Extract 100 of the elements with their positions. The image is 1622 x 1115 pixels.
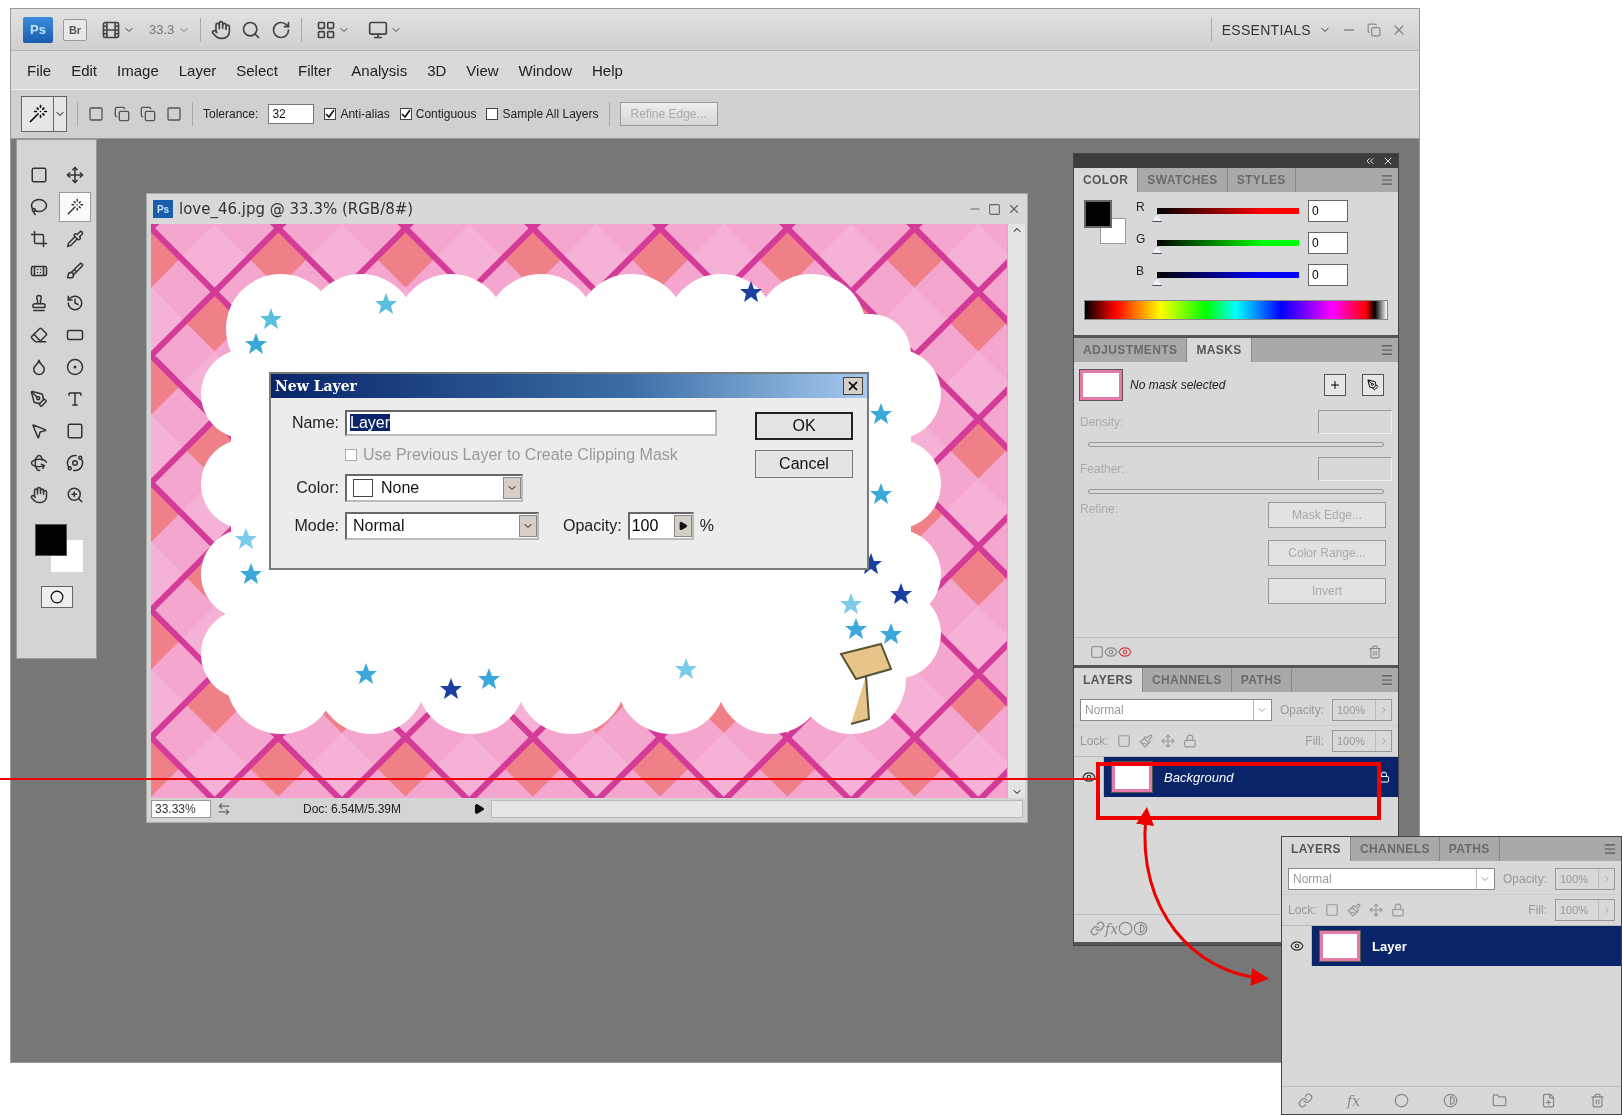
opacity-field[interactable]: 100 <box>627 512 694 540</box>
color-select[interactable]: None <box>345 474 523 502</box>
dialog-button[interactable]: Cancel <box>755 450 853 478</box>
name-field[interactable]: Layer <box>345 410 717 436</box>
rotate-icon[interactable] <box>271 19 292 40</box>
menu-item[interactable]: Help <box>583 58 631 82</box>
slider-thumb[interactable] <box>1152 246 1162 254</box>
play-icon[interactable] <box>673 515 692 537</box>
tool-preset-picker[interactable] <box>21 96 67 132</box>
document-size-info: Doc: 6.54M/5.39M <box>301 802 402 816</box>
menu-item[interactable]: Select <box>228 58 286 82</box>
marquee-icon <box>29 166 48 184</box>
color-label: Color: <box>295 479 339 497</box>
menu-item[interactable]: Image <box>109 58 167 82</box>
name-label: Name: <box>290 414 339 432</box>
search-icon[interactable] <box>241 19 262 40</box>
menu-item[interactable]: Layer <box>170 58 225 82</box>
close-button[interactable] <box>843 377 863 395</box>
hand-icon <box>29 486 48 504</box>
eraser-icon <box>29 326 48 344</box>
mask-status: No mask selected <box>1130 378 1227 392</box>
add-selection-icon[interactable] <box>114 106 130 122</box>
lock-label: Lock: <box>1080 734 1109 748</box>
collapse-icon[interactable] <box>1364 155 1376 167</box>
channel-value-field[interactable]: 0 <box>1308 200 1348 222</box>
menu-item[interactable]: Window <box>510 58 580 82</box>
eyedropper-icon <box>65 230 84 248</box>
lock-icon <box>1378 771 1390 783</box>
shape-icon <box>65 422 84 440</box>
maximize-icon[interactable] <box>988 202 1001 216</box>
slider-thumb[interactable] <box>1152 278 1162 286</box>
menu-item[interactable]: 3D <box>419 58 455 82</box>
tolerance-field[interactable]: 32 <box>268 104 315 124</box>
intersect-selection-icon[interactable] <box>166 106 182 122</box>
checkbox[interactable] <box>324 108 337 120</box>
layer-row[interactable]: Background <box>1104 757 1398 797</box>
fill-label: Fill: <box>1305 734 1324 748</box>
type-icon <box>65 390 84 408</box>
close-icon <box>846 379 860 393</box>
checkbox-label: Anti-alias <box>340 107 390 121</box>
play-icon[interactable] <box>473 803 485 815</box>
film-icon <box>101 19 121 40</box>
menu-item[interactable]: Filter <box>289 58 340 82</box>
quick-mask-button[interactable] <box>40 586 73 608</box>
bridge-button[interactable]: Br <box>63 18 87 41</box>
workspace-switcher[interactable]: ESSENTIALS <box>1221 21 1331 38</box>
channel-label: G <box>1136 232 1147 246</box>
restore-icon[interactable] <box>1367 22 1381 37</box>
panel-tab[interactable]: LAYERS <box>1282 837 1351 861</box>
mode-select[interactable]: Normal <box>345 512 539 540</box>
tolerance-label: Tolerance: <box>203 107 259 121</box>
mode-label: Mode: <box>293 517 339 535</box>
brush-icon <box>65 262 84 280</box>
feather-field[interactable] <box>1318 457 1392 481</box>
menu-item[interactable]: View <box>458 58 507 82</box>
eye-icon <box>1081 770 1096 784</box>
subtract-selection-icon[interactable] <box>140 106 156 122</box>
menu-item[interactable]: Edit <box>63 58 106 82</box>
channel-value-field[interactable]: 0 <box>1308 264 1348 286</box>
opacity-label: Opacity: <box>1280 703 1324 717</box>
horizontal-scrollbar[interactable] <box>491 800 1023 818</box>
checkbox-label: Sample All Layers <box>502 107 599 121</box>
checkbox[interactable] <box>486 108 499 120</box>
checkbox-label: Use Previous Layer to Create Clipping Mask <box>363 446 678 464</box>
hand-icon[interactable] <box>211 19 232 40</box>
dialog-title: New Layer <box>275 378 357 394</box>
layer-thumbnail <box>1320 931 1360 961</box>
vertical-scrollbar[interactable] <box>1007 224 1025 798</box>
panel-tab[interactable]: LAYERS <box>1074 668 1143 692</box>
pixel-mask-icon[interactable] <box>1324 374 1346 396</box>
slider-thumb[interactable] <box>1152 214 1162 222</box>
layer-row[interactable]: Layer <box>1312 926 1621 966</box>
zoom-field[interactable]: 33.33% <box>151 800 211 818</box>
document-title: love_46.jpg @ 33.3% (RGB/8#) <box>179 200 414 218</box>
app-logo[interactable]: Ps <box>23 16 53 43</box>
close-icon[interactable] <box>1382 155 1394 167</box>
eye-icon[interactable] <box>1118 644 1132 659</box>
rotate3d-icon <box>29 454 48 472</box>
channel-value-field[interactable]: 0 <box>1308 232 1348 254</box>
monitor-icon <box>368 19 389 40</box>
zoom-icon <box>65 486 84 504</box>
close-icon[interactable] <box>1007 202 1021 216</box>
zoom-level-select[interactable]: 33.3 <box>149 22 191 37</box>
panel-tab[interactable]: MASKS <box>1187 338 1252 362</box>
vector-mask-icon[interactable] <box>1362 374 1384 396</box>
stamp-icon <box>29 294 48 312</box>
tool-button[interactable] <box>58 192 91 222</box>
checkbox[interactable] <box>399 108 412 120</box>
wand-icon <box>65 198 84 216</box>
panel-tab[interactable]: COLOR <box>1074 168 1139 192</box>
density-field[interactable] <box>1318 410 1392 434</box>
mask-thumbnail <box>1080 370 1122 400</box>
menu-item[interactable]: File <box>19 58 60 82</box>
new-selection-icon[interactable] <box>88 106 104 122</box>
opacity-label: Opacity: <box>1503 872 1547 886</box>
channel-label: R <box>1136 200 1146 214</box>
status-icon[interactable] <box>217 802 231 816</box>
dialog-button[interactable]: OK <box>755 412 853 440</box>
menu-item[interactable]: Analysis <box>343 58 416 82</box>
color-spectrum[interactable] <box>1084 300 1388 320</box>
